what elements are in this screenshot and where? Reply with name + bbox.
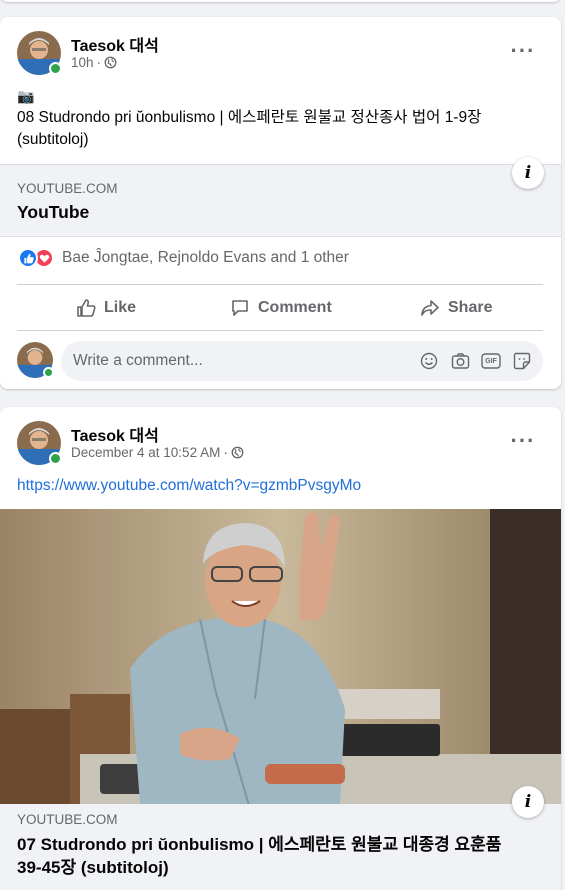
share-label: Share bbox=[448, 299, 493, 316]
post-time[interactable]: 10h bbox=[71, 55, 94, 70]
link-domain: YOUTUBE.COM bbox=[17, 181, 118, 196]
meta-separator: · bbox=[223, 445, 228, 460]
reaction-names[interactable]: Bae Ĵongtae, Rejnoldo Evans and 1 other bbox=[62, 249, 349, 267]
post-text: 📷 08 Studrondo pri ŭonbulismo | 에스페란토 원불… bbox=[17, 85, 539, 151]
previous-post-edge bbox=[0, 0, 561, 2]
post-time[interactable]: December 4 at 10:52 AM bbox=[71, 445, 220, 460]
sticker-icon[interactable] bbox=[512, 351, 532, 371]
online-status-dot bbox=[49, 452, 62, 465]
comment-placeholder: Write a comment... bbox=[73, 352, 203, 369]
link-title: 07 Studrondo pri ŭonbulismo | 에스페란토 원불교 … bbox=[17, 835, 502, 877]
more-options-button[interactable]: ··· bbox=[505, 33, 541, 69]
info-icon: i bbox=[524, 163, 532, 183]
more-options-button[interactable]: ··· bbox=[505, 423, 541, 459]
avatar[interactable] bbox=[17, 31, 62, 75]
post-meta: 10h · bbox=[71, 55, 117, 70]
info-button[interactable]: i bbox=[512, 157, 544, 189]
emoji-icon[interactable] bbox=[419, 351, 439, 371]
comment-label: Comment bbox=[258, 299, 332, 316]
info-icon: i bbox=[524, 792, 532, 812]
video-url-link[interactable]: https://www.youtube.com/watch?v=gzmbPvsg… bbox=[17, 477, 361, 495]
like-reaction-icon bbox=[18, 248, 38, 268]
like-icon bbox=[77, 299, 96, 317]
post-card: Taesok 대석 10h · ··· 📷 08 Studrondo pri ŭ… bbox=[0, 17, 561, 389]
post-card: Taesok 대석 December 4 at 10:52 AM · ··· h… bbox=[0, 407, 561, 890]
camera-emoji: 📷 bbox=[17, 88, 35, 104]
post-caption: 08 Studrondo pri ŭonbulismo | 에스페란토 원불교 … bbox=[17, 109, 482, 148]
link-domain: YOUTUBE.COM bbox=[17, 812, 118, 827]
gif-label: GIF bbox=[485, 357, 497, 365]
share-button[interactable]: Share bbox=[420, 288, 492, 328]
more-horizontal-icon: ··· bbox=[510, 428, 536, 453]
like-label: Like bbox=[104, 299, 137, 316]
like-button[interactable]: Like bbox=[76, 288, 136, 328]
globe-icon bbox=[104, 56, 117, 69]
more-horizontal-icon: ··· bbox=[510, 38, 536, 63]
link-title: YouTube bbox=[17, 202, 90, 222]
gif-icon[interactable]: GIF bbox=[481, 351, 501, 371]
divider bbox=[17, 330, 543, 331]
link-preview[interactable]: YOUTUBE.COM YouTube i bbox=[0, 157, 561, 237]
online-status-dot bbox=[49, 62, 62, 75]
info-button[interactable]: i bbox=[512, 786, 544, 818]
comment-button[interactable]: Comment bbox=[230, 288, 332, 328]
link-preview[interactable]: YOUTUBE.COM 07 Studrondo pri ŭonbulismo … bbox=[0, 786, 561, 890]
share-icon bbox=[421, 300, 439, 316]
comment-input[interactable]: Write a comment... GIF bbox=[61, 341, 543, 381]
avatar[interactable] bbox=[17, 421, 62, 465]
reactions-summary[interactable]: Bae Ĵongtae, Rejnoldo Evans and 1 other bbox=[18, 248, 349, 268]
meta-separator: · bbox=[96, 55, 102, 70]
commenter-avatar[interactable] bbox=[17, 342, 54, 378]
post-author[interactable]: Taesok 대석 bbox=[71, 32, 159, 56]
video-thumbnail-image bbox=[0, 509, 561, 804]
post-author[interactable]: Taesok 대석 bbox=[71, 422, 159, 446]
globe-icon bbox=[231, 446, 244, 459]
video-thumbnail[interactable] bbox=[0, 509, 561, 804]
camera-icon[interactable] bbox=[450, 351, 470, 371]
comment-icon bbox=[232, 300, 248, 316]
divider bbox=[17, 284, 543, 285]
post-meta: December 4 at 10:52 AM · bbox=[71, 445, 244, 460]
online-status-dot bbox=[43, 367, 54, 378]
